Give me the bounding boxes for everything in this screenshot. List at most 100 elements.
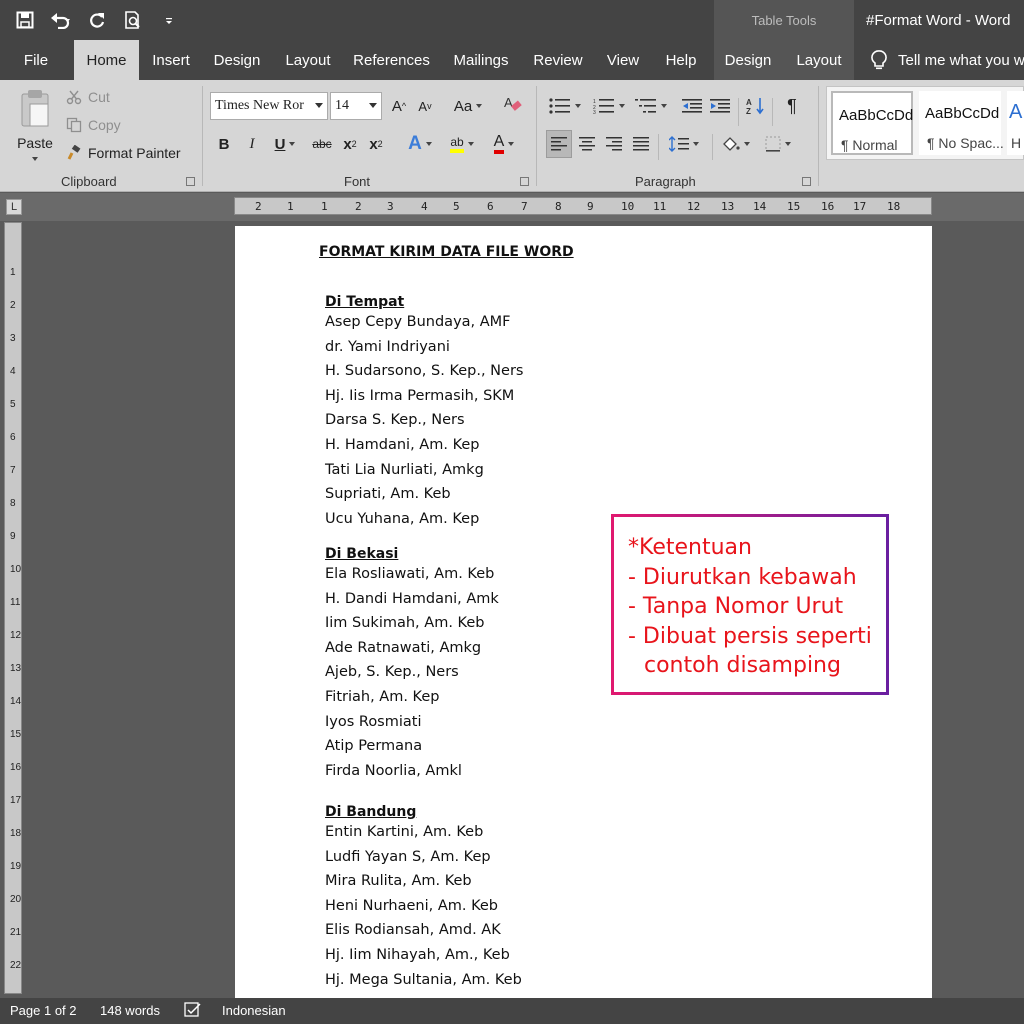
paste-button[interactable]: Paste bbox=[12, 88, 58, 168]
name-line: Tati Lia Nurliati, Amkg bbox=[325, 461, 484, 478]
change-case-button[interactable]: Aa bbox=[450, 94, 486, 118]
name-line: Atip Permana bbox=[325, 738, 423, 755]
numbering-icon: 123 bbox=[593, 99, 614, 114]
tell-me-box[interactable]: Tell me what you w bbox=[870, 40, 1024, 80]
name-line: Hj. Iim Nihayah, Am., Keb bbox=[325, 947, 510, 963]
vertical-ruler: 1 2 3 4 5 6 7 8 9 10 11 12 13 14 15 16 17 18 19 20 21 22 bbox=[4, 222, 22, 994]
change-case-icon: Aa bbox=[453, 97, 473, 115]
note-line: - Dibuat persis seperti bbox=[628, 623, 872, 649]
borders-button[interactable] bbox=[760, 132, 796, 156]
tab-design[interactable]: Design bbox=[206, 40, 268, 80]
word-count[interactable]: 148 words bbox=[100, 1003, 160, 1018]
name-line: H. Hamdani, Am. Kep bbox=[325, 437, 480, 453]
style-sample: AaBbCcDd bbox=[925, 105, 1000, 122]
decrease-indent-button[interactable] bbox=[680, 94, 704, 118]
sort-button[interactable]: AZ bbox=[744, 94, 768, 118]
tab-table-design[interactable]: Design bbox=[718, 40, 778, 80]
highlight-icon: ab bbox=[450, 135, 464, 153]
bold-button[interactable]: B bbox=[214, 132, 234, 156]
tab-selector[interactable]: L bbox=[6, 199, 22, 215]
justify-button[interactable] bbox=[630, 132, 652, 156]
style-heading[interactable]: A H bbox=[1007, 91, 1024, 155]
align-right-button[interactable] bbox=[603, 132, 625, 156]
shading-button[interactable] bbox=[718, 132, 754, 156]
bullets-button[interactable] bbox=[546, 94, 584, 118]
redo-button[interactable] bbox=[86, 9, 108, 31]
proofing-icon[interactable] bbox=[184, 1002, 202, 1021]
customize-qat-button[interactable] bbox=[158, 9, 180, 31]
ruler-tick-label: 11 bbox=[653, 200, 667, 213]
tab-view[interactable]: View bbox=[600, 40, 646, 80]
tab-insert[interactable]: Insert bbox=[143, 40, 199, 80]
undo-icon bbox=[51, 13, 70, 29]
grow-font-button[interactable]: A ^ bbox=[388, 94, 410, 118]
align-left-button[interactable] bbox=[546, 130, 572, 158]
chevron-down-icon bbox=[619, 104, 625, 108]
print-preview-button[interactable] bbox=[122, 9, 144, 31]
grow-font-icon: A bbox=[391, 97, 402, 115]
clear-formatting-button[interactable]: A bbox=[500, 92, 526, 116]
svg-text:Z: Z bbox=[746, 107, 751, 115]
increase-indent-button[interactable] bbox=[708, 94, 732, 118]
italic-button[interactable]: I bbox=[243, 132, 261, 156]
cut-button[interactable]: Cut bbox=[66, 86, 110, 108]
superscript-button[interactable]: x2 bbox=[366, 132, 386, 156]
clipboard-launcher-icon[interactable] bbox=[186, 177, 195, 186]
ruler-tick-label: 8 bbox=[555, 200, 562, 213]
underline-button[interactable]: U bbox=[270, 132, 300, 156]
tab-file[interactable]: File bbox=[12, 40, 60, 80]
font-launcher-icon[interactable] bbox=[520, 177, 529, 186]
name-line: dr. Yami Indriyani bbox=[325, 338, 450, 355]
undo-button[interactable] bbox=[50, 9, 72, 31]
align-center-button[interactable] bbox=[576, 132, 598, 156]
style-no-spacing[interactable]: AaBbCcDd ¶ No Spac... bbox=[919, 91, 1004, 155]
section-heading: Di Bandung bbox=[325, 804, 417, 820]
shrink-font-icon: A bbox=[418, 98, 428, 114]
language-indicator[interactable]: Indonesian bbox=[222, 1003, 286, 1018]
style-name: H bbox=[1011, 135, 1022, 151]
subscript-button[interactable]: x2 bbox=[340, 132, 360, 156]
document-page[interactable]: FORMAT KIRIM DATA FILE WORD Di Tempat Ase… bbox=[235, 226, 932, 998]
multilevel-list-button[interactable] bbox=[632, 94, 670, 118]
page-count[interactable]: Page 1 of 2 bbox=[10, 1003, 77, 1018]
style-normal[interactable]: AaBbCcDd ¶ Normal bbox=[831, 91, 913, 155]
tab-references[interactable]: References bbox=[348, 40, 435, 80]
copy-button[interactable]: Copy bbox=[66, 114, 121, 136]
font-size-box[interactable]: 14 bbox=[330, 92, 382, 120]
tab-help[interactable]: Help bbox=[656, 40, 706, 80]
tab-home[interactable]: Home bbox=[74, 40, 139, 80]
shrink-font-button[interactable]: Av bbox=[414, 94, 436, 118]
chevron-down-icon bbox=[32, 157, 38, 161]
strikethrough-button[interactable]: abc bbox=[310, 132, 334, 156]
text-effects-button[interactable]: A bbox=[402, 132, 438, 156]
tab-table-layout[interactable]: Layout bbox=[788, 40, 850, 80]
paragraph-launcher-icon[interactable] bbox=[802, 177, 811, 186]
quick-access-toolbar bbox=[14, 8, 180, 32]
numbering-button[interactable]: 123 bbox=[590, 94, 628, 118]
tab-mailings[interactable]: Mailings bbox=[446, 40, 516, 80]
save-button[interactable] bbox=[14, 9, 36, 31]
note-box[interactable]: *Ketentuan - Diurutkan kebawah - Tanpa N… bbox=[611, 514, 889, 695]
line-spacing-button[interactable] bbox=[664, 132, 704, 156]
redo-icon bbox=[90, 13, 105, 28]
ruler-tick-label: 15 bbox=[10, 729, 22, 740]
highlight-button[interactable]: ab bbox=[442, 132, 482, 156]
section-heading: Di Bekasi bbox=[325, 546, 399, 562]
tab-review[interactable]: Review bbox=[526, 40, 590, 80]
font-color-button[interactable]: A bbox=[484, 132, 524, 156]
show-formatting-button[interactable]: ¶ bbox=[780, 94, 804, 118]
decrease-indent-icon bbox=[682, 99, 702, 113]
ruler-tick-label: 19 bbox=[10, 861, 22, 872]
ruler-tick-label: 7 bbox=[521, 200, 528, 213]
format-painter-label: Format Painter bbox=[88, 145, 181, 161]
tab-layout[interactable]: Layout bbox=[278, 40, 338, 80]
name-line: Supriati, Am. Keb bbox=[325, 486, 451, 503]
format-painter-button[interactable]: Format Painter bbox=[66, 142, 181, 164]
ruler-strip[interactable]: 2 1 1 2 3 4 5 6 7 8 9 10 11 12 13 14 15 16 17 18 bbox=[234, 197, 932, 215]
ruler-tick-label: 6 bbox=[10, 432, 16, 443]
font-name-box[interactable]: Times New Ror bbox=[210, 92, 328, 120]
ribbon-tabs: File Home Insert Design Layout Reference… bbox=[0, 40, 1024, 80]
font-name-value: Times New Ror bbox=[215, 98, 304, 113]
justify-icon bbox=[633, 137, 649, 151]
name-line: Hj. Iis Irma Permasih, SKM bbox=[325, 387, 515, 404]
